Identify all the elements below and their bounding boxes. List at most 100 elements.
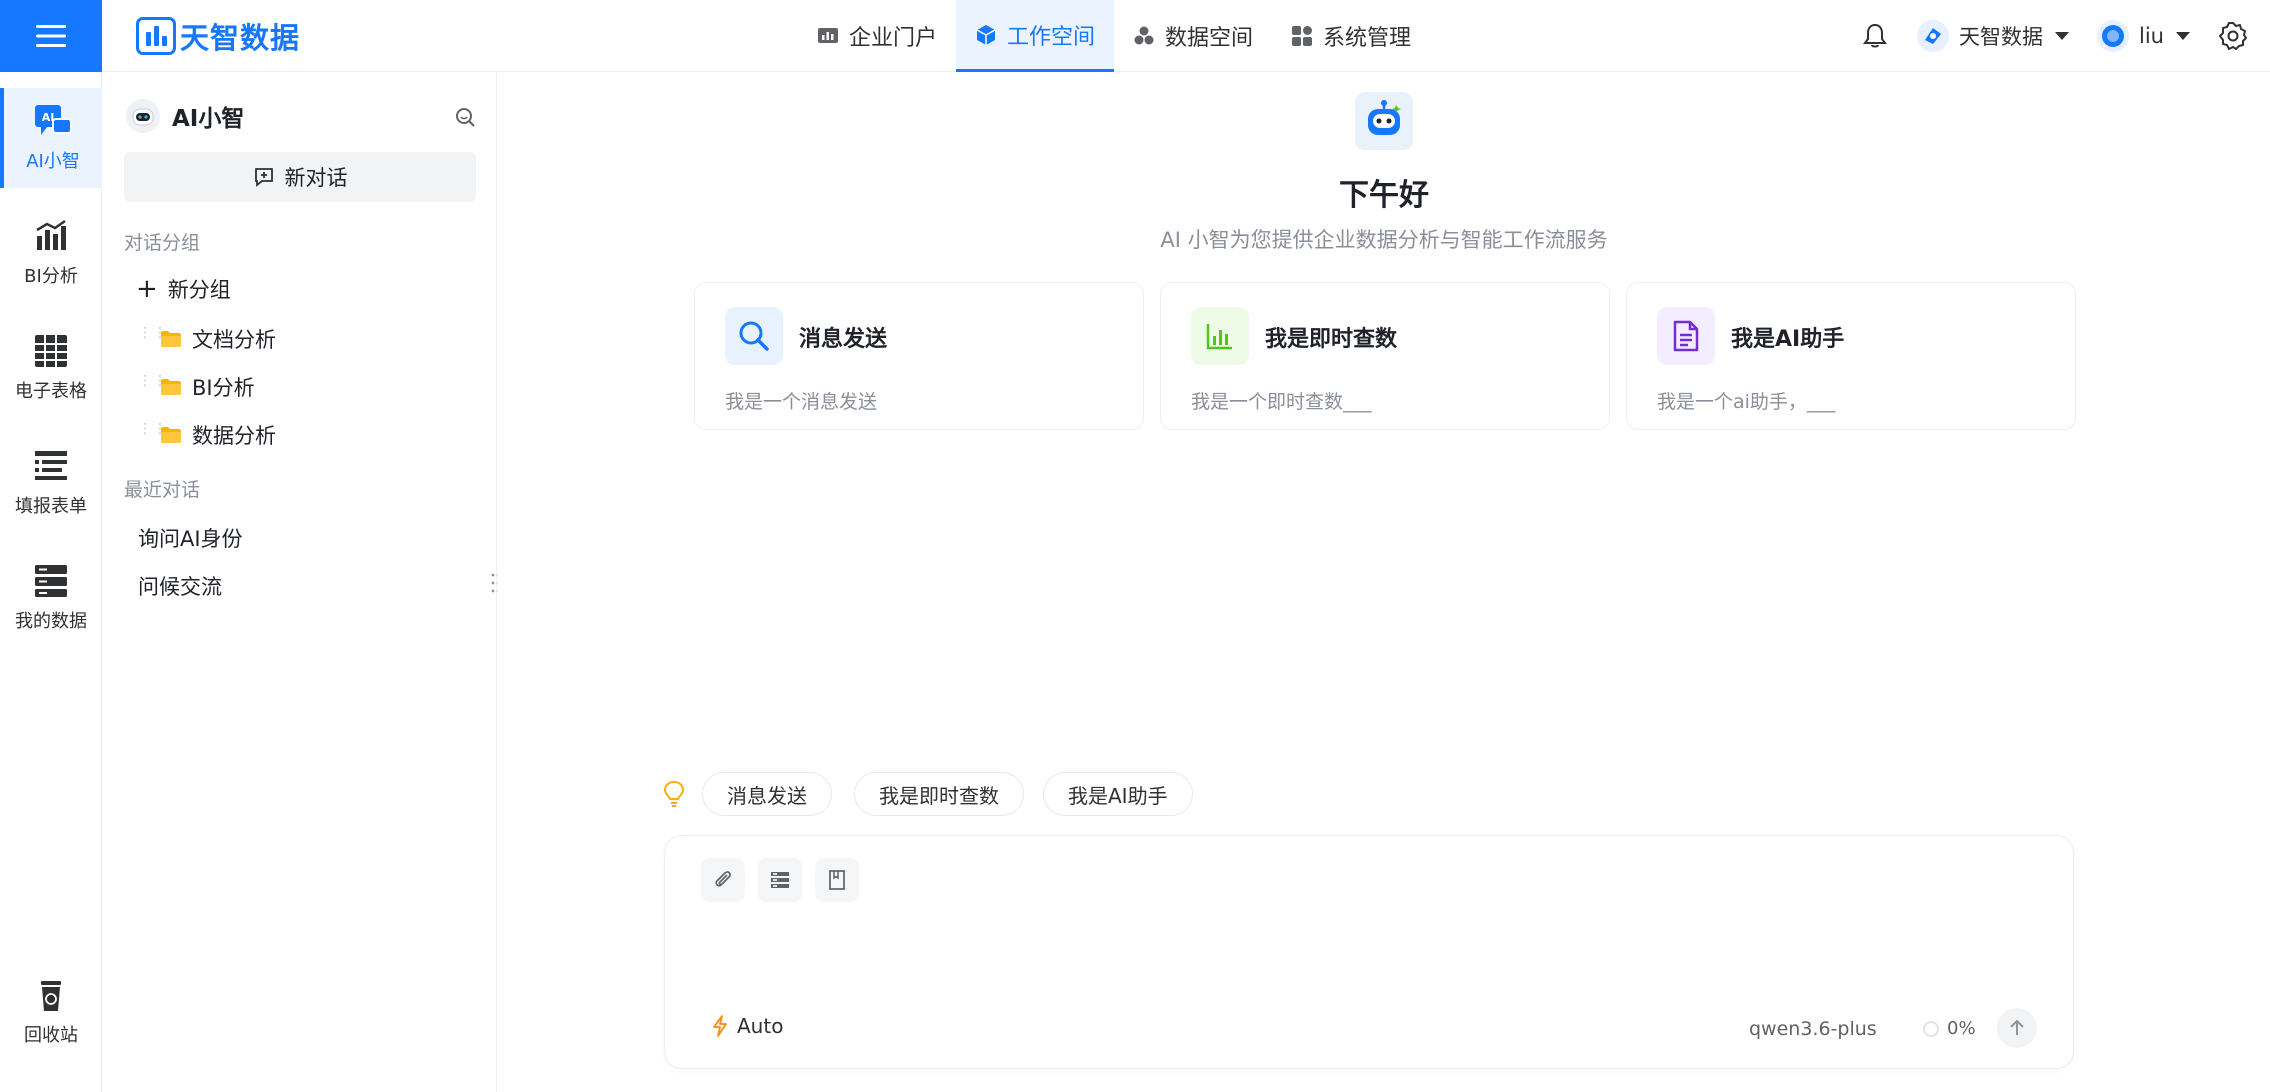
top-bar: 天智数据 企业门户 工作空间 数据空间 系统管理 天智数据 liu: [0, 0, 2270, 72]
recent-heading: 最近对话: [124, 479, 201, 501]
caret-down-icon: [2176, 32, 2190, 40]
search-icon[interactable]: [454, 106, 476, 128]
send-button[interactable]: [1997, 1008, 2037, 1048]
rail-item-bi[interactable]: BI分析: [0, 203, 102, 303]
document-icon: [1657, 307, 1715, 365]
data-source-button[interactable]: [758, 858, 802, 902]
card-description: 我是一个消息发送: [725, 391, 878, 413]
app-rail: AI AI小智 BI分析 电子表格 填报表单 我的数据 回收站: [0, 72, 102, 1092]
drag-handle-icon[interactable]: ⋮⋮: [138, 422, 167, 444]
attach-button[interactable]: [701, 858, 745, 902]
model-selector[interactable]: qwen3.6-plus: [1749, 1018, 1877, 1040]
nav-item-data-space[interactable]: 数据空间: [1114, 0, 1272, 72]
card-description: 我是一个即时查数___: [1191, 391, 1372, 413]
rail-label: AI小智: [26, 151, 80, 172]
rail-item-my-data[interactable]: 我的数据: [0, 548, 102, 648]
usage-indicator: 0%: [1923, 1018, 1976, 1039]
rail-item-ai[interactable]: AI AI小智: [0, 88, 102, 188]
cubes-icon: [1134, 26, 1154, 45]
add-group-label: 新分组: [167, 278, 231, 302]
sidebar-title: AI小智: [172, 106, 245, 132]
progress-ring-icon: [1923, 1020, 1939, 1037]
folder-item[interactable]: ⋮⋮ 数据分析: [138, 417, 276, 453]
folder-name: BI分析: [192, 376, 255, 400]
bookmark-icon: [829, 870, 845, 890]
folder-name: 文档分析: [192, 328, 276, 352]
nav-item-workspace[interactable]: 工作空间: [956, 0, 1115, 72]
database-icon: [771, 872, 789, 888]
quick-card-assistant[interactable]: 我是AI助手 我是一个ai助手，___: [1626, 282, 2076, 430]
suggestion-chip[interactable]: 消息发送: [702, 772, 832, 816]
bar-chart-icon: [1191, 307, 1249, 365]
menu-button[interactable]: [0, 0, 102, 72]
recent-chat-item[interactable]: 询问AI身份: [138, 523, 243, 553]
greeting-title: 下午好: [1339, 178, 1429, 213]
rail-label: 填报表单: [15, 496, 87, 517]
mode-selector[interactable]: Auto: [711, 1014, 783, 1038]
robot-icon: [1355, 92, 1413, 150]
card-description: 我是一个ai助手，___: [1657, 391, 1836, 413]
rail-label: BI分析: [24, 266, 78, 287]
knowledge-button[interactable]: [815, 858, 859, 902]
rail-item-spreadsheet[interactable]: 电子表格: [0, 318, 102, 418]
brand-logo[interactable]: 天智数据: [136, 16, 300, 56]
nav-item-system[interactable]: 系统管理: [1272, 0, 1430, 72]
rail-item-recycle-bin[interactable]: 回收站: [0, 962, 102, 1062]
suggestion-chip[interactable]: 我是AI助手: [1043, 772, 1193, 816]
folder-item[interactable]: ⋮⋮ BI分析: [138, 369, 255, 405]
chat-composer[interactable]: Auto qwen3.6-plus 0%: [664, 835, 2074, 1069]
user-name: liu: [2139, 24, 2164, 48]
new-chat-icon: [254, 168, 273, 187]
ai-chat-icon: AI: [35, 105, 72, 135]
nav-label: 系统管理: [1323, 26, 1412, 51]
folder-icon: [161, 379, 181, 395]
recent-chat-item[interactable]: 问候交流: [138, 571, 222, 601]
nav-item-portal[interactable]: 企业门户: [798, 0, 956, 72]
card-title: 我是AI助手: [1731, 327, 1845, 352]
form-icon: [35, 451, 67, 480]
header-actions: 天智数据 liu: [1861, 0, 2270, 72]
main-panel: 下午好 AI 小智为您提供企业数据分析与智能工作流服务 消息发送 我是一个消息发…: [498, 72, 2270, 1092]
rail-label: 回收站: [24, 1025, 78, 1046]
bell-icon[interactable]: [1861, 22, 1889, 50]
rail-label: 我的数据: [15, 611, 87, 632]
new-chat-button[interactable]: 新对话: [124, 152, 476, 202]
plus-icon: +: [136, 274, 158, 304]
groups-heading: 对话分组: [124, 232, 201, 254]
drag-handle-icon[interactable]: ⋮⋮: [138, 326, 167, 348]
quick-card-message[interactable]: 消息发送 我是一个消息发送: [694, 282, 1144, 430]
usage-percent: 0%: [1947, 1018, 1976, 1039]
sidebar-header: AI小智: [126, 96, 476, 136]
brand-name: 天智数据: [180, 21, 301, 55]
grid-apps-icon: [1292, 26, 1313, 46]
spreadsheet-icon: [35, 335, 67, 367]
card-title: 我是即时查数: [1265, 327, 1398, 352]
nav-label: 工作空间: [1007, 24, 1096, 50]
trash-icon: [41, 981, 61, 1011]
robot-icon: [126, 99, 160, 133]
rail-item-form[interactable]: 填报表单: [0, 433, 102, 533]
nav-label: 数据空间: [1165, 26, 1254, 51]
card-title: 消息发送: [799, 327, 888, 352]
folder-name: 数据分析: [192, 424, 276, 448]
folder-icon: [161, 427, 181, 443]
folder-icon: [161, 331, 181, 347]
rail-label: 电子表格: [15, 381, 87, 402]
lightbulb-icon: [663, 780, 685, 807]
suggestion-chip[interactable]: 我是即时查数: [854, 772, 1024, 816]
add-group-button[interactable]: + 新分组: [136, 274, 231, 304]
mode-label: Auto: [737, 1014, 784, 1038]
caret-down-icon: [2055, 32, 2070, 40]
user-menu[interactable]: liu: [2097, 20, 2190, 52]
drag-handle-icon[interactable]: ⋮⋮: [138, 374, 167, 396]
tenant-icon: [1917, 20, 1950, 52]
lightning-icon: [713, 1015, 727, 1037]
logo-icon: [136, 17, 176, 55]
quick-card-query[interactable]: 我是即时查数 我是一个即时查数___: [1160, 282, 1610, 430]
gear-icon[interactable]: [2218, 21, 2248, 51]
greeting-subtitle: AI 小智为您提供企业数据分析与智能工作流服务: [1160, 228, 1608, 252]
arrow-up-icon: [2010, 1019, 2024, 1035]
tenant-switcher[interactable]: 天智数据: [1917, 20, 2070, 52]
hamburger-icon: [36, 25, 66, 47]
folder-item[interactable]: ⋮⋮ 文档分析: [138, 321, 276, 357]
